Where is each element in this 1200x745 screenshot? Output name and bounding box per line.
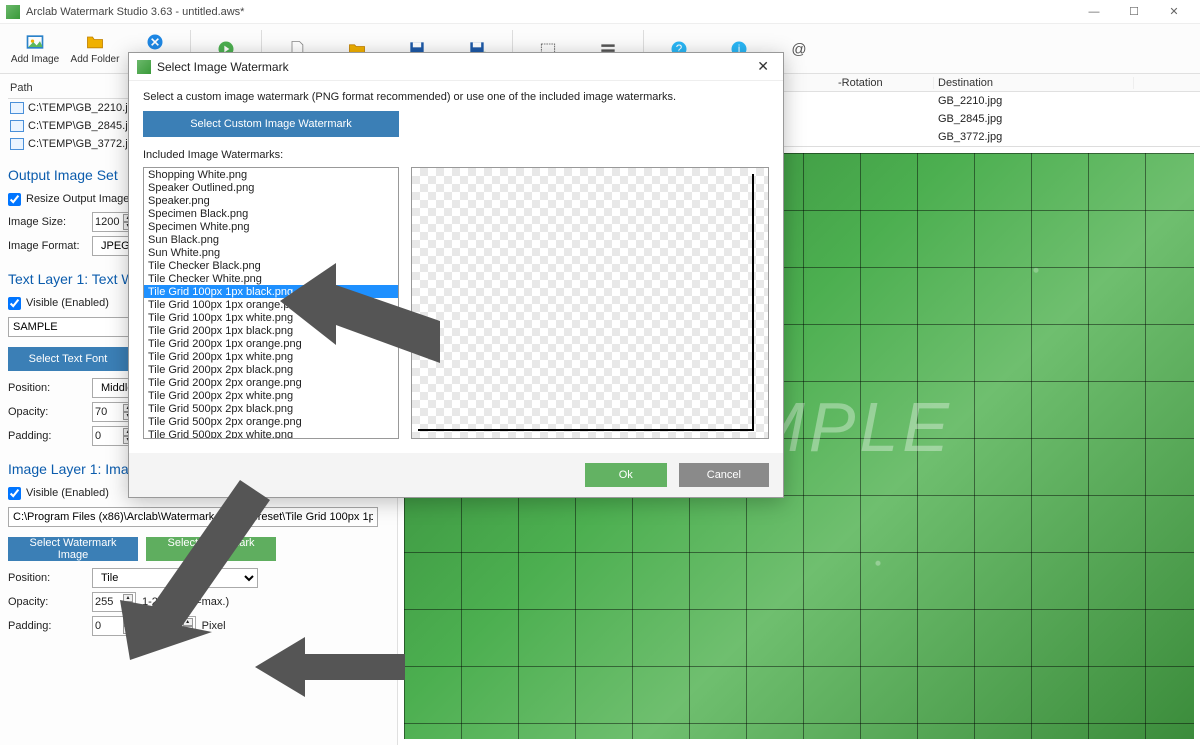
select-font-button[interactable]: Select Text Font (8, 347, 128, 371)
watermark-preview (411, 167, 769, 439)
svg-text:@: @ (791, 41, 806, 58)
image-file-icon (10, 138, 24, 150)
dialog-title: Select Image Watermark (157, 60, 289, 74)
image-visible-checkbox[interactable] (8, 487, 21, 500)
dialog-description: Select a custom image watermark (PNG for… (143, 91, 769, 103)
list-item[interactable]: Tile Grid 500px 2px white.png (144, 428, 398, 439)
included-label: Included Image Watermarks: (143, 149, 769, 161)
select-watermark-dialog: Select Image Watermark ✕ Select a custom… (128, 52, 784, 498)
image-file-icon (10, 120, 24, 132)
list-item[interactable]: Specimen Black.png (144, 207, 398, 220)
cancel-button[interactable]: Cancel (679, 463, 769, 487)
title-bar: Arclab Watermark Studio 3.63 - untitled.… (0, 0, 1200, 24)
list-item[interactable]: Specimen White.png (144, 220, 398, 233)
close-button[interactable]: ✕ (1154, 1, 1194, 23)
window-title: Arclab Watermark Studio 3.63 - untitled.… (26, 6, 1074, 18)
list-item[interactable]: Tile Grid 500px 2px orange.png (144, 415, 398, 428)
add-folder-button[interactable]: Add Folder (66, 26, 124, 72)
list-item[interactable]: Speaker.png (144, 194, 398, 207)
list-item[interactable]: Sun White.png (144, 246, 398, 259)
text-visible-checkbox[interactable] (8, 297, 21, 310)
image-file-icon (10, 102, 24, 114)
select-watermark-image-button[interactable]: Select Watermark Image (8, 537, 138, 561)
add-image-button[interactable]: Add Image (6, 26, 64, 72)
dialog-close-button[interactable]: ✕ (751, 58, 775, 75)
dialog-icon (137, 60, 151, 74)
list-item[interactable]: Sun Black.png (144, 233, 398, 246)
select-custom-watermark-button[interactable]: Select Custom Image Watermark (143, 111, 399, 137)
list-item[interactable]: Tile Grid 200px 2px white.png (144, 389, 398, 402)
ok-button[interactable]: Ok (585, 463, 667, 487)
minimize-button[interactable]: — (1074, 1, 1114, 23)
resize-checkbox[interactable] (8, 193, 21, 206)
app-icon (6, 5, 20, 19)
maximize-button[interactable]: ☐ (1114, 1, 1154, 23)
list-item[interactable]: Tile Grid 500px 2px black.png (144, 402, 398, 415)
list-item[interactable]: Speaker Outlined.png (144, 181, 398, 194)
list-item[interactable]: Shopping White.png (144, 168, 398, 181)
